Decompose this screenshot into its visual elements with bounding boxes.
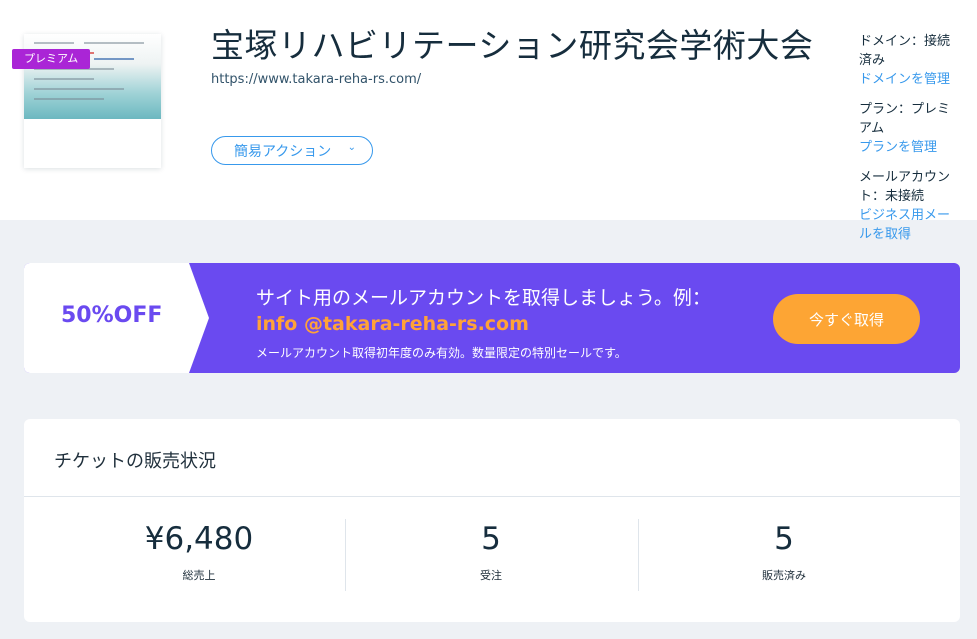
site-title: 宝塚リハビリテーション研究会学術大会	[211, 26, 814, 65]
ticket-sales-card: チケットの販売状況 ¥6,480 総売上 5 受注 5 販売済み	[24, 419, 960, 622]
promo-note: メールアカウント取得初年度のみ有効。数量限定の特別セールです。	[256, 346, 627, 360]
email-promo-banner: 50%OFF サイト用のメールアカウントを取得しましょう。例： info @ta…	[24, 263, 960, 373]
stat-value: 5	[481, 521, 501, 557]
manage-domain-link[interactable]: ドメインを管理	[859, 70, 959, 89]
plan-status: プラン：プレミアム	[859, 102, 951, 136]
site-preview-image	[24, 34, 161, 119]
stat-sold: 5 販売済み	[638, 519, 930, 583]
stat-label: 受注	[480, 569, 502, 582]
chevron-down-icon: ⌄	[347, 142, 356, 153]
stat-value: 5	[774, 521, 794, 557]
ticket-sales-title: チケットの販売状況	[54, 451, 216, 472]
promo-discount: 50%OFF	[61, 303, 163, 328]
get-business-mail-link[interactable]: ビジネス用メールを取得	[859, 206, 959, 244]
promo-email-example: info @takara-reha-rs.com	[256, 313, 529, 335]
stat-orders: 5 受注	[345, 519, 637, 583]
premium-badge: プレミアム	[12, 49, 91, 69]
quick-actions-label: 簡易アクション	[234, 143, 332, 160]
stat-label: 総売上	[182, 569, 216, 582]
divider	[24, 496, 960, 497]
get-now-button[interactable]: 今すぐ取得	[773, 294, 920, 344]
stat-total-sales: ¥6,480 総売上	[53, 519, 345, 583]
stat-label: 販売済み	[762, 569, 806, 582]
mail-account-status: メールアカウント：未接続	[859, 170, 951, 204]
domain-status: ドメイン：接続済み	[859, 34, 951, 68]
manage-plan-link[interactable]: プランを管理	[859, 138, 959, 157]
site-header: プレミアム 宝塚リハビリテーション研究会学術大会 https://www.tak…	[0, 0, 977, 242]
promo-headline: サイト用のメールアカウントを取得しましょう。例：	[256, 287, 711, 309]
site-info-panel: ドメイン：接続済み ドメインを管理 プラン：プレミアム プランを管理 メールアカ…	[859, 32, 959, 255]
quick-actions-dropdown[interactable]: 簡易アクション ⌄	[211, 136, 373, 165]
site-url[interactable]: https://www.takara-reha-rs.com/	[211, 72, 421, 87]
stat-value: ¥6,480	[144, 521, 254, 557]
